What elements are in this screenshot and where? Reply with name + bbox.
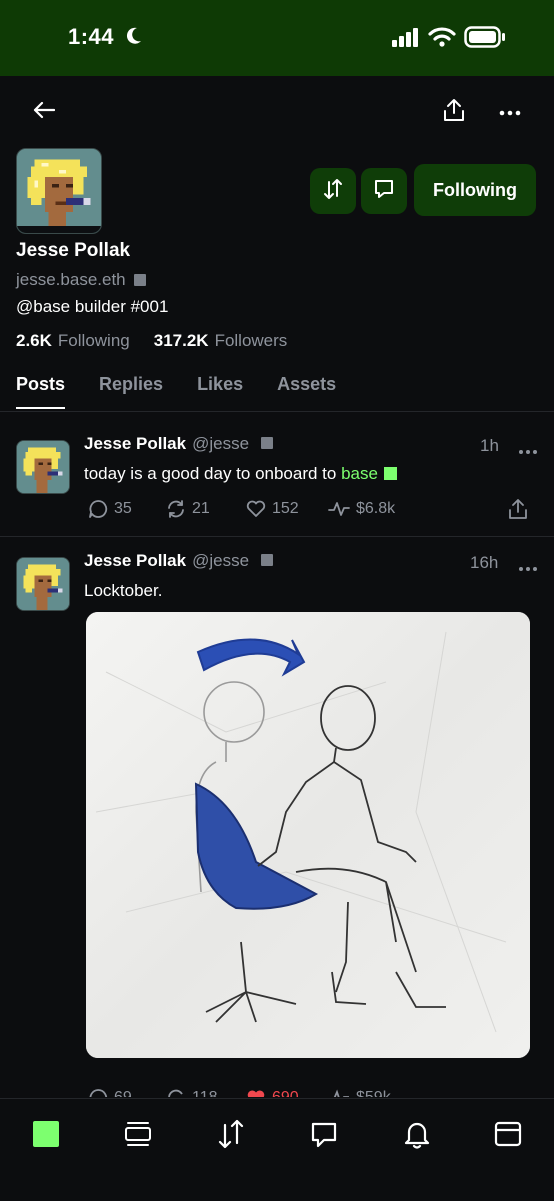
post-header: Jesse Pollak @jesse: [84, 434, 274, 454]
verified-badge-icon: [133, 274, 146, 286]
feed-tab[interactable]: [124, 1121, 152, 1152]
more-icon: [499, 103, 521, 121]
wallet-tab[interactable]: [494, 1121, 522, 1152]
like-button[interactable]: 690: [246, 1089, 328, 1097]
repost-count: 21: [192, 500, 210, 517]
share-icon: [443, 98, 465, 127]
post-text-body: today is a good day to onboard to: [84, 464, 342, 483]
followers-stat[interactable]: 317.2K Followers: [154, 331, 288, 351]
tab-likes[interactable]: Likes: [197, 374, 243, 409]
post-more-button[interactable]: [518, 442, 538, 460]
swap-button[interactable]: [310, 168, 356, 214]
profile-ens: jesse.base.eth: [16, 270, 146, 290]
message-button[interactable]: [361, 168, 407, 214]
earnings-button[interactable]: $6.8k: [328, 500, 395, 518]
share-button[interactable]: [434, 92, 474, 132]
post-author-name[interactable]: Jesse Pollak: [84, 551, 186, 570]
tab-posts[interactable]: Posts: [16, 374, 66, 409]
post-1[interactable]: Jesse Pollak @jesse 1h today is a good da…: [0, 412, 554, 536]
post-author-handle[interactable]: @jesse: [192, 434, 249, 453]
earnings-amount: $59k: [356, 1089, 391, 1097]
following-button[interactable]: Following: [414, 164, 536, 216]
like-count: 152: [272, 500, 299, 517]
battery-icon: [464, 26, 506, 53]
verified-badge-icon: [261, 437, 274, 449]
post-author-name[interactable]: Jesse Pollak: [84, 434, 186, 453]
earnings-button[interactable]: $59k: [328, 1089, 391, 1097]
home-tab[interactable]: [33, 1121, 59, 1147]
messages-icon: [311, 1122, 337, 1148]
heart-filled-icon: [247, 1090, 265, 1097]
status-time-text: 1:44: [68, 24, 115, 49]
like-count: 690: [272, 1089, 299, 1097]
base-mention-link[interactable]: base: [341, 464, 378, 483]
reply-icon: [89, 1089, 108, 1097]
more-button[interactable]: [490, 92, 530, 132]
reply-button[interactable]: 35: [88, 499, 166, 519]
repost-button[interactable]: 21: [166, 499, 246, 519]
status-time: 1:44: [68, 24, 143, 52]
pulse-icon: [333, 1089, 349, 1097]
tab-assets[interactable]: Assets: [277, 374, 336, 409]
following-button-label: Following: [433, 179, 517, 200]
followers-count: 317.2K: [153, 331, 209, 350]
wallet-icon: [494, 1121, 522, 1147]
post-author-avatar[interactable]: [16, 557, 70, 611]
profile-bio: @base builder #001: [16, 297, 169, 316]
share-icon: [509, 499, 527, 519]
swap-icon: [218, 1119, 244, 1149]
message-icon: [373, 178, 395, 205]
notifications-icon: [404, 1122, 430, 1149]
profile-avatar[interactable]: [16, 148, 102, 234]
post-more-button[interactable]: [518, 559, 538, 577]
wifi-icon: [428, 26, 456, 53]
earnings-amount: $6.8k: [356, 500, 396, 517]
heart-icon: [246, 500, 266, 517]
post-image[interactable]: [86, 612, 530, 1058]
reply-button[interactable]: 69: [88, 1088, 166, 1097]
profile-name: Jesse Pollak: [16, 240, 131, 261]
status-bar: 1:44: [0, 0, 554, 76]
messages-tab[interactable]: [310, 1121, 338, 1154]
bottom-navigation: [0, 1098, 554, 1201]
signal-icon: [392, 28, 420, 53]
tab-replies[interactable]: Replies: [99, 374, 163, 409]
following-stat[interactable]: 2.6K Following: [16, 331, 130, 351]
followers-label: Followers: [214, 331, 288, 350]
feed-icon: [125, 1122, 151, 1146]
repost-icon: [168, 500, 184, 518]
post-actions: 69 118 690 $59k: [88, 1088, 528, 1097]
post-time: 16h: [470, 553, 499, 572]
post-author-handle[interactable]: @jesse: [192, 551, 249, 570]
swap-tab[interactable]: [216, 1119, 246, 1154]
repost-icon: [168, 1089, 183, 1097]
like-button[interactable]: 152: [246, 500, 328, 518]
pulse-icon: [328, 502, 350, 516]
back-arrow-icon: [33, 101, 56, 124]
following-label: Following: [57, 331, 130, 350]
swap-arrows-icon: [322, 178, 344, 205]
post-author-avatar[interactable]: [16, 440, 70, 494]
reply-count: 35: [114, 500, 132, 517]
verified-badge-icon: [261, 554, 274, 566]
post-text: Locktober.: [84, 581, 163, 600]
profile-ens-text: jesse.base.eth: [16, 270, 126, 289]
profile-tabs: Posts Replies Likes Assets: [16, 374, 370, 409]
moon-icon: [125, 26, 143, 52]
reply-count: 69: [114, 1089, 132, 1097]
post-text: today is a good day to onboard to base: [84, 464, 397, 484]
following-count: 2.6K: [16, 331, 52, 350]
post-2[interactable]: Jesse Pollak @jesse 16h Locktober.: [0, 537, 554, 1097]
repost-button[interactable]: 118: [166, 1088, 246, 1097]
repost-count: 118: [192, 1089, 218, 1097]
profile-stats: 2.6K Following 317.2K Followers: [16, 331, 287, 351]
back-button[interactable]: [24, 92, 64, 132]
post-actions: 35 21 152 $6.8k: [88, 498, 528, 520]
reply-icon: [89, 500, 108, 518]
post-share-button[interactable]: [508, 498, 528, 520]
notifications-tab[interactable]: [403, 1119, 431, 1154]
post-header: Jesse Pollak @jesse: [84, 551, 274, 571]
base-square-icon: [383, 467, 397, 480]
post-time: 1h: [480, 436, 499, 455]
